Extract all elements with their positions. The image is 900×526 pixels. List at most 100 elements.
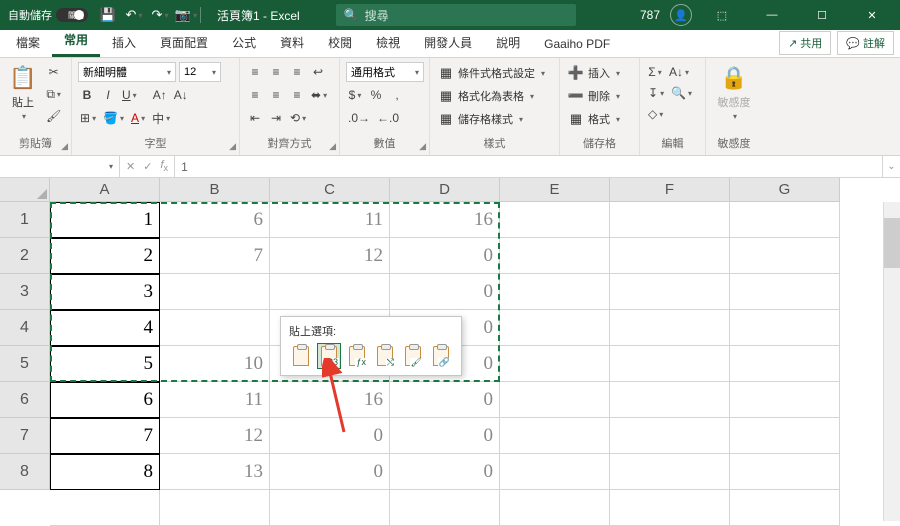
sort-filter-icon[interactable]: A↓▾ [667,62,691,82]
increase-decimal-icon[interactable]: .0→ [346,108,372,128]
row-header-7[interactable]: 7 [0,418,50,454]
row-header-6[interactable]: 6 [0,382,50,418]
sensitivity-button[interactable]: 🔒 敏感度▾ [712,62,756,123]
align-middle-icon[interactable]: ≡ [267,62,285,82]
cell-B6[interactable]: 11 [160,382,270,418]
redo-icon[interactable]: ↷▾ [152,7,168,23]
align-launcher-icon[interactable]: ◢ [329,141,336,152]
comma-icon[interactable]: , [388,85,406,105]
cell-C7[interactable]: 0 [270,418,390,454]
paste-button[interactable]: 📋 貼上▾ [6,62,40,135]
cell-B8[interactable]: 13 [160,454,270,490]
cell-D6[interactable]: 0 [390,382,500,418]
name-box[interactable]: ▾ [0,156,120,177]
wrap-text-icon[interactable]: ↩ [309,62,327,82]
align-left-icon[interactable]: ≡ [246,85,264,105]
cell-C1[interactable]: 11 [270,202,390,238]
col-header-E[interactable]: E [500,178,610,202]
paste-formulas-button[interactable]: ƒx [345,343,369,369]
cell-A2[interactable]: 2 [50,238,160,274]
formula-input[interactable]: 1 [175,156,882,177]
tab-help[interactable]: 說明 [484,28,532,57]
row-header-1[interactable]: 1 [0,202,50,238]
search-input[interactable]: 🔍 搜尋 [336,4,576,26]
paste-formatting-button[interactable]: 🖌 [401,343,425,369]
cell-A7[interactable]: 7 [50,418,160,454]
insert-cells-button[interactable]: ➕插入▾ [566,62,633,84]
cell-A5[interactable]: 5 [50,346,160,382]
align-center-icon[interactable]: ≡ [267,85,285,105]
cancel-formula-icon[interactable]: ✕ [126,160,135,173]
tab-home[interactable]: 常用 [52,25,100,57]
cells-area[interactable]: 1234567867101112131112151600160000000 [50,202,900,521]
phonetic-icon[interactable]: 中▾ [150,108,172,128]
percent-icon[interactable]: % [367,85,385,105]
align-right-icon[interactable]: ≡ [288,85,306,105]
tab-developer[interactable]: 開發人員 [412,28,484,57]
col-header-G[interactable]: G [730,178,840,202]
font-size-dropdown[interactable]: 12▾ [179,62,221,82]
minimize-icon[interactable]: — [752,0,792,30]
col-header-B[interactable]: B [160,178,270,202]
tab-data[interactable]: 資料 [268,28,316,57]
format-painter-icon[interactable]: 🖌 [44,106,63,126]
cell-B2[interactable]: 7 [160,238,270,274]
cell-A8[interactable]: 8 [50,454,160,490]
orientation-icon[interactable]: ⟲▾ [288,108,308,128]
vertical-scrollbar[interactable] [883,202,900,521]
undo-icon[interactable]: ↶▾ [126,7,142,23]
cell-A4[interactable]: 4 [50,310,160,346]
find-icon[interactable]: 🔍▾ [669,83,694,103]
expand-formula-bar-icon[interactable]: ⌄ [882,156,900,177]
tab-review[interactable]: 校閱 [316,28,364,57]
paste-values-button[interactable]: 123 [317,343,341,369]
font-color-icon[interactable]: A▾ [129,108,147,128]
camera-icon[interactable]: 📷▾ [178,7,194,23]
format-as-table-button[interactable]: ▦格式化為表格▾ [436,85,553,107]
currency-icon[interactable]: $▾ [346,85,364,105]
cell-C2[interactable]: 12 [270,238,390,274]
cell-D3[interactable]: 0 [390,274,500,310]
conditional-formatting-button[interactable]: ▦條件式格式設定▾ [436,62,553,84]
row-header-8[interactable]: 8 [0,454,50,490]
format-cells-button[interactable]: ▦格式▾ [566,108,633,130]
align-bottom-icon[interactable]: ≡ [288,62,306,82]
share-button[interactable]: ↗ 共用 [779,31,831,55]
column-headers[interactable]: ABCDEFG [50,178,840,202]
italic-button[interactable]: I [99,85,117,105]
maximize-icon[interactable]: ☐ [802,0,842,30]
number-format-dropdown[interactable]: 通用格式▾ [346,62,424,82]
decrease-indent-icon[interactable]: ⇤ [246,108,264,128]
font-name-dropdown[interactable]: 新細明體▾ [78,62,176,82]
col-header-D[interactable]: D [390,178,500,202]
user-avatar-icon[interactable]: 👤 [670,4,692,26]
number-launcher-icon[interactable]: ◢ [419,141,426,152]
tab-page-layout[interactable]: 頁面配置 [148,28,220,57]
fill-icon[interactable]: ↧▾ [646,83,666,103]
cell-A3[interactable]: 3 [50,274,160,310]
row-header-3[interactable]: 3 [0,274,50,310]
cell-C6[interactable]: 16 [270,382,390,418]
cell-D1[interactable]: 16 [390,202,500,238]
comments-button[interactable]: 💬 註解 [837,31,894,55]
cell-B7[interactable]: 12 [160,418,270,454]
cell-D8[interactable]: 0 [390,454,500,490]
align-top-icon[interactable]: ≡ [246,62,264,82]
row-header-4[interactable]: 4 [0,310,50,346]
delete-cells-button[interactable]: ➖刪除▾ [566,85,633,107]
fx-icon[interactable]: fx [160,159,168,173]
cell-D7[interactable]: 0 [390,418,500,454]
row-headers[interactable]: 12345678 [0,202,50,490]
increase-font-icon[interactable]: A↑ [151,85,169,105]
worksheet-grid[interactable]: ABCDEFG 12345678 12345678671011121311121… [0,178,900,521]
cell-styles-button[interactable]: ▦儲存格樣式▾ [436,108,553,130]
fill-color-icon[interactable]: 🪣▾ [101,108,126,128]
merge-icon[interactable]: ⬌▾ [309,85,329,105]
paste-transpose-button[interactable]: ⤭ [373,343,397,369]
copy-icon[interactable]: ⧉▾ [44,84,63,104]
cell-B1[interactable]: 6 [160,202,270,238]
enter-formula-icon[interactable]: ✓ [143,160,152,173]
cell-C8[interactable]: 0 [270,454,390,490]
decrease-decimal-icon[interactable]: ←.0 [375,108,401,128]
bold-button[interactable]: B [78,85,96,105]
